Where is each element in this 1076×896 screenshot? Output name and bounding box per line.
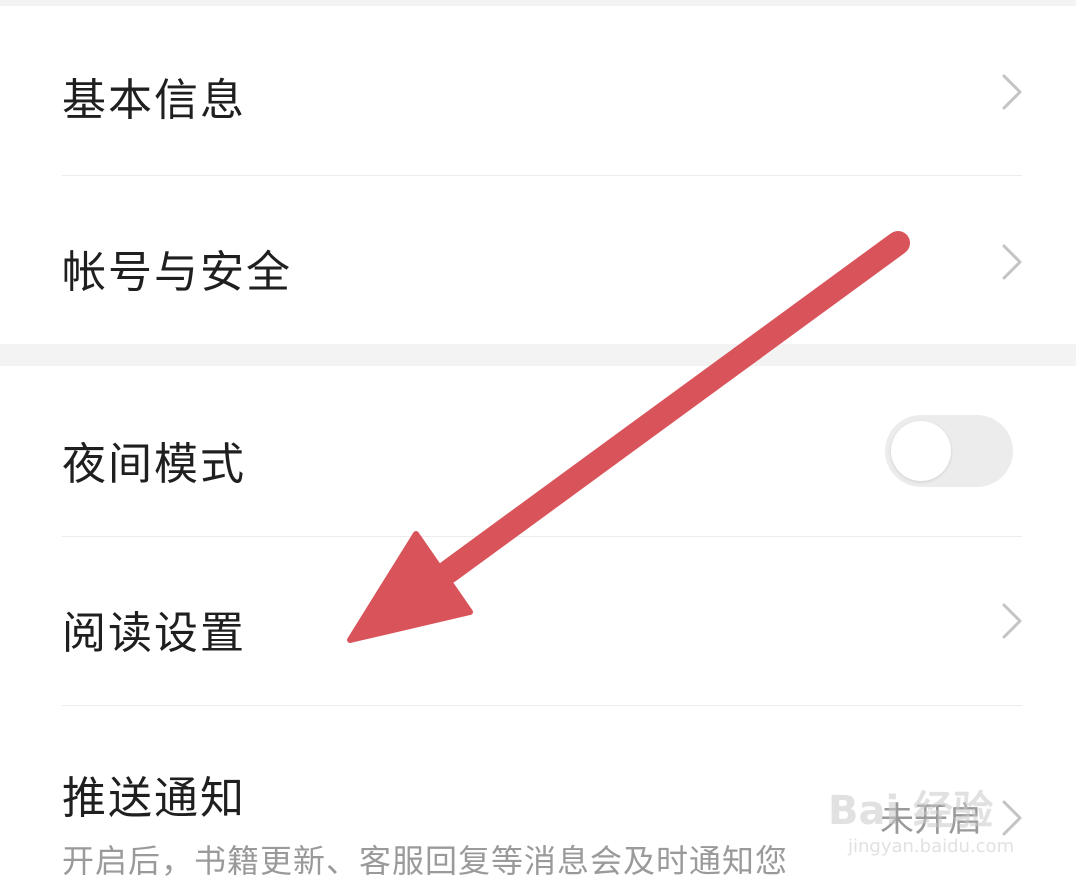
annotation-arrow-icon [347,231,910,643]
